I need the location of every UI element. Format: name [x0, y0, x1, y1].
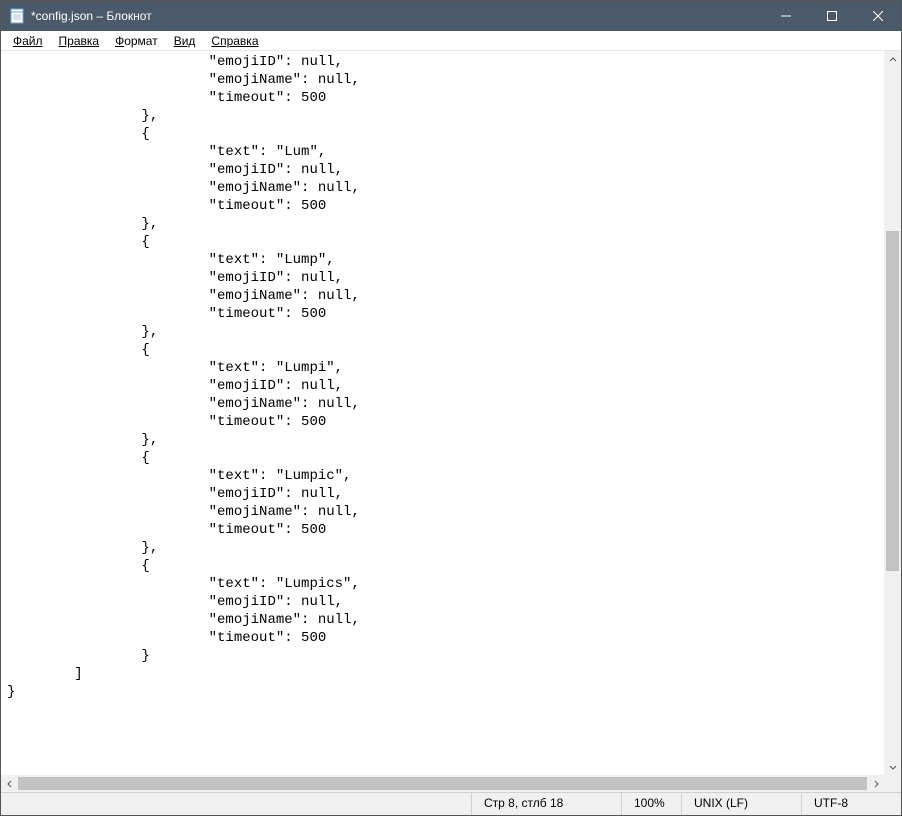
close-button[interactable]: [855, 1, 901, 31]
scroll-left-icon[interactable]: [1, 775, 18, 792]
minimize-button[interactable]: [763, 1, 809, 31]
menu-edit[interactable]: Правка: [51, 33, 108, 49]
window-title: *config.json – Блокнот: [31, 9, 152, 23]
menubar: Файл Правка Формат Вид Справка: [1, 31, 901, 51]
titlebar: *config.json – Блокнот: [1, 1, 901, 31]
status-zoom: 100%: [621, 793, 681, 815]
vertical-scrollbar[interactable]: [884, 51, 901, 775]
status-eol: UNIX (LF): [681, 793, 801, 815]
scroll-corner: [884, 775, 901, 792]
editor-area: "emojiID": null, "emojiName": null, "tim…: [1, 51, 901, 792]
horizontal-scroll-thumb[interactable]: [18, 777, 867, 790]
menu-view[interactable]: Вид: [166, 33, 204, 49]
menu-file[interactable]: Файл: [5, 33, 51, 49]
statusbar: Стр 8, стлб 18 100% UNIX (LF) UTF-8: [1, 792, 901, 815]
text-editor[interactable]: "emojiID": null, "emojiName": null, "tim…: [1, 51, 884, 775]
scroll-right-icon[interactable]: [867, 775, 884, 792]
notepad-icon: [9, 8, 25, 24]
vertical-scroll-thumb[interactable]: [886, 231, 899, 571]
scroll-down-icon[interactable]: [884, 758, 901, 775]
menu-help[interactable]: Справка: [203, 33, 266, 49]
menu-format[interactable]: Формат: [107, 33, 166, 49]
scroll-up-icon[interactable]: [884, 51, 901, 68]
status-position: Стр 8, стлб 18: [471, 793, 621, 815]
status-spacer: [1, 793, 471, 815]
maximize-button[interactable]: [809, 1, 855, 31]
status-encoding: UTF-8: [801, 793, 901, 815]
editor-content[interactable]: "emojiID": null, "emojiName": null, "tim…: [7, 53, 884, 701]
horizontal-scrollbar[interactable]: [1, 775, 884, 792]
